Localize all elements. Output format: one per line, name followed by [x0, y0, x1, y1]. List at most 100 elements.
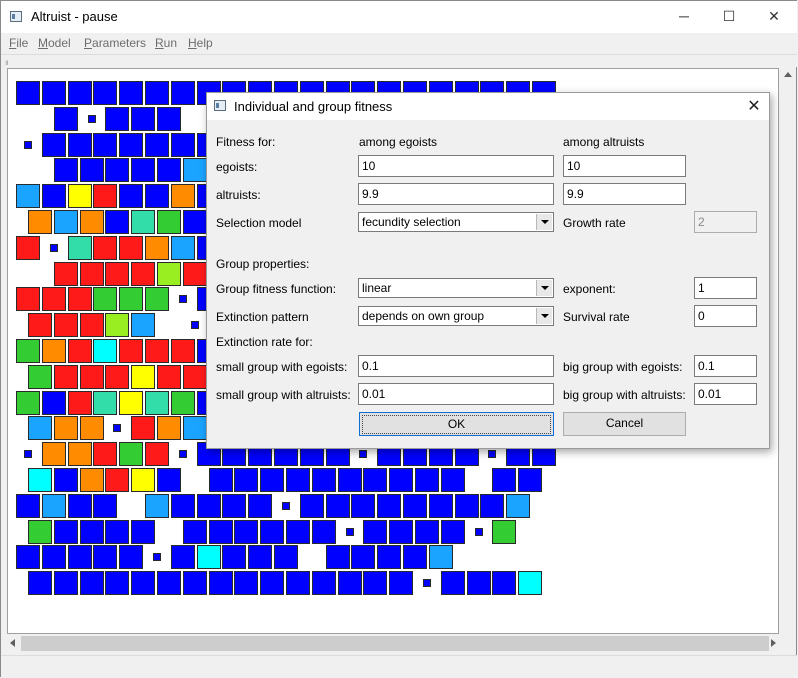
group-cell: [182, 571, 207, 596]
vertical-scrollbar[interactable]: [779, 68, 796, 634]
group-cell: [41, 287, 66, 312]
extinction-pattern-select[interactable]: depends on own group: [358, 306, 554, 326]
group-cell: [53, 416, 78, 441]
dialog-title-bar: Individual and group fitness ✕: [207, 93, 769, 120]
group-cell: [145, 235, 169, 260]
group-cell: [53, 313, 78, 338]
group-cell: [41, 390, 66, 415]
group-cell: [428, 493, 453, 518]
small-group-altruists-field[interactable]: 0.01: [358, 383, 554, 405]
group-cell: [260, 519, 285, 544]
altruists-among-altruists-field[interactable]: 9.9: [563, 183, 686, 205]
group-cell: [157, 416, 181, 441]
ok-button[interactable]: OK: [359, 412, 554, 436]
group-cell: [119, 235, 144, 260]
group-cell: [145, 132, 169, 157]
group-cell: [41, 184, 66, 209]
group-cell: [16, 184, 40, 209]
altruists-among-egoists-field[interactable]: 9.9: [358, 183, 554, 205]
group-cell: [196, 493, 221, 518]
toolbar-grip-icon[interactable]: ıı: [5, 58, 9, 67]
dialog-close-button[interactable]: ✕: [743, 96, 765, 118]
chevron-down-icon[interactable]: [536, 308, 552, 324]
cancel-button[interactable]: Cancel: [563, 412, 686, 436]
small-group-cell: [49, 243, 58, 252]
menu-help[interactable]: Help: [188, 36, 213, 50]
group-cell: [105, 261, 130, 286]
group-cell: [170, 132, 195, 157]
exponent-field[interactable]: 1: [694, 277, 757, 299]
group-fitness-function-label: Group fitness function:: [216, 282, 337, 296]
chevron-down-icon[interactable]: [536, 280, 552, 296]
group-fitness-function-select[interactable]: linear: [358, 278, 554, 298]
survival-rate-field[interactable]: 0: [694, 305, 757, 327]
horizontal-scroll-thumb[interactable]: [21, 636, 769, 651]
menu-file[interactable]: File: [9, 36, 28, 50]
group-cell: [454, 493, 479, 518]
group-cell: [67, 493, 92, 518]
maximize-button[interactable]: ☐: [706, 1, 752, 33]
group-cell: [16, 493, 40, 518]
group-cell: [53, 519, 78, 544]
group-cell: [351, 493, 376, 518]
selection-model-select[interactable]: fecundity selection: [358, 212, 554, 232]
group-cell: [157, 571, 181, 596]
group-cell: [234, 571, 259, 596]
group-cell: [286, 468, 310, 492]
group-cell: [260, 571, 285, 596]
small-group-cell: [178, 295, 187, 304]
extinction-pattern-value: depends on own group: [362, 309, 485, 323]
menu-parameters[interactable]: Parameters: [84, 36, 146, 50]
group-cell: [119, 132, 144, 157]
group-cell: [67, 545, 92, 570]
group-cell: [105, 313, 130, 338]
group-cell: [182, 158, 207, 183]
egoists-label: egoists:: [216, 160, 258, 174]
group-cell: [16, 81, 40, 105]
group-cell: [119, 390, 144, 415]
group-cell: [492, 468, 517, 492]
group-cell: [299, 493, 324, 518]
group-cell: [222, 545, 247, 570]
scroll-left-icon[interactable]: [10, 639, 15, 647]
big-group-altruists-field[interactable]: 0.01: [694, 383, 757, 405]
menu-run[interactable]: Run: [155, 36, 177, 50]
egoists-among-egoists-field[interactable]: 10: [358, 155, 554, 177]
group-cell: [415, 468, 439, 492]
big-group-egoists-field[interactable]: 0.1: [694, 355, 757, 377]
group-cell: [41, 132, 66, 157]
big-group-egoists-label: big group with egoists:: [563, 360, 683, 374]
egoists-among-altruists-field[interactable]: 10: [563, 155, 686, 177]
scroll-up-icon[interactable]: [784, 72, 792, 77]
group-cell: [170, 390, 195, 415]
group-cell: [337, 468, 362, 492]
close-button[interactable]: ✕: [751, 1, 797, 33]
group-cell: [67, 442, 92, 467]
group-cell: [93, 493, 118, 518]
small-group-cell: [87, 114, 96, 123]
horizontal-scrollbar[interactable]: [7, 635, 779, 652]
group-cell: [248, 493, 273, 518]
group-cell: [16, 390, 40, 415]
menu-model[interactable]: Model: [38, 36, 71, 50]
small-group-cell: [359, 450, 368, 459]
minimize-button[interactable]: ─: [661, 1, 707, 33]
group-cell: [234, 519, 259, 544]
group-cell: [182, 416, 207, 441]
group-cell: [389, 519, 414, 544]
small-group-cell: [282, 501, 290, 510]
group-cell: [492, 519, 517, 544]
group-cell: [440, 468, 465, 492]
group-cell: [170, 184, 195, 209]
chevron-down-icon[interactable]: [536, 214, 552, 230]
group-cell: [93, 442, 118, 467]
exponent-label: exponent:: [563, 282, 616, 296]
group-cell: [157, 210, 181, 234]
growth-rate-field: 2: [694, 211, 757, 233]
group-cell: [67, 184, 92, 209]
group-cell: [170, 493, 195, 518]
group-cell: [170, 545, 195, 570]
small-group-egoists-field[interactable]: 0.1: [358, 355, 554, 377]
scroll-right-icon[interactable]: [771, 639, 776, 647]
fitness-dialog: Individual and group fitness ✕ Fitness f…: [206, 92, 770, 449]
